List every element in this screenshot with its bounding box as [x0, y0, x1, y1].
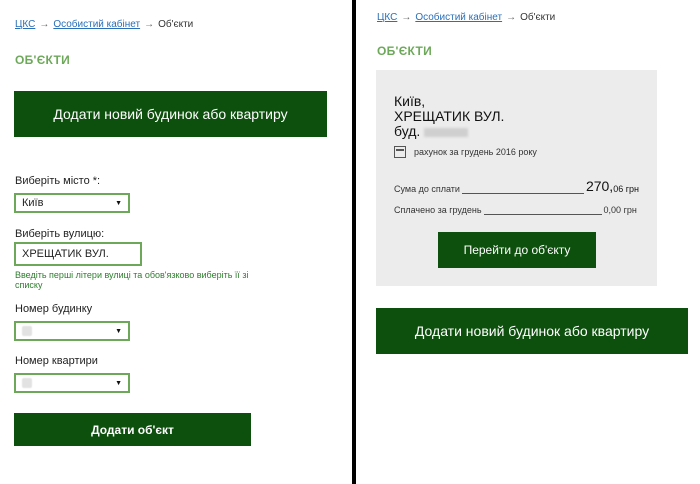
chevron-down-icon: ▼ — [115, 200, 122, 207]
breadcrumb: ЦКС → Особистий кабінет → Об'єкти — [15, 19, 193, 30]
street-hint: Введіть перші літери вулиці та обов'язко… — [15, 270, 249, 290]
street-input-value: ХРЕЩАТИК ВУЛ. — [22, 248, 109, 260]
apartment-select[interactable]: ▼ — [14, 373, 130, 393]
add-object-button[interactable]: Додати об'єкт — [14, 413, 251, 446]
amount-due-main: 270, — [585, 178, 614, 194]
house-label: Номер будинку — [15, 303, 93, 315]
paid-row: Сплачено за грудень 0,00 грн — [394, 205, 637, 215]
street-input[interactable]: ХРЕЩАТИК ВУЛ. — [14, 242, 142, 266]
breadcrumb: ЦКС → Особистий кабінет → Об'єкти — [377, 12, 555, 23]
breadcrumb-cabinet-link[interactable]: Особистий кабінет — [53, 19, 140, 30]
breadcrumb-home-link[interactable]: ЦКС — [15, 19, 35, 30]
breadcrumb-current: Об'єкти — [158, 19, 194, 30]
left-panel: ЦКС → Особистий кабінет → Об'єкти ОБ'ЄКТИ До… — [0, 0, 352, 484]
breadcrumb-cabinet-link[interactable]: Особистий кабінет — [415, 12, 502, 23]
breadcrumb-arrow: → — [39, 19, 50, 30]
right-panel: ЦКС → Особистий кабінет → Об'єкти ОБ'ЄКТИ Ки… — [356, 0, 700, 484]
add-new-object-button[interactable]: Додати новий будинок або квартиру — [14, 91, 327, 137]
house-select-value — [22, 326, 32, 336]
breadcrumb-arrow: → — [144, 19, 155, 30]
breadcrumb-arrow: → — [506, 12, 517, 23]
goto-object-button[interactable]: Перейти до об'єкту — [438, 232, 596, 268]
apartment-select-value — [22, 378, 32, 388]
address-street: ХРЕЩАТИК ВУЛ. — [394, 108, 505, 124]
city-select[interactable]: Київ ▼ — [14, 193, 130, 213]
page-title: ОБ'ЄКТИ — [15, 53, 71, 67]
leader-line — [483, 214, 602, 215]
calendar-icon — [394, 146, 406, 158]
paid-amount: 0,00 грн — [603, 205, 637, 215]
amount-due-label: Сума до сплати — [394, 184, 460, 194]
amount-due-row: Сума до сплати 270, 06 грн — [394, 178, 639, 194]
paid-label: Сплачено за грудень — [394, 205, 482, 215]
address-building: буд. — [394, 124, 504, 139]
amount-due-cents: 06 грн — [613, 184, 639, 194]
object-card: Київ, ХРЕЩАТИК ВУЛ. буд. рахунок за груд… — [376, 70, 657, 286]
street-label: Виберіть вулицю: — [15, 228, 105, 240]
building-prefix: буд. — [394, 123, 421, 139]
apartment-label: Номер квартири — [15, 355, 98, 367]
bill-period-text: рахунок за грудень 2016 року — [414, 147, 537, 157]
house-select[interactable]: ▼ — [14, 321, 130, 341]
bill-period: рахунок за грудень 2016 року — [394, 146, 537, 158]
address-city: Київ, — [394, 93, 426, 109]
breadcrumb-current: Об'єкти — [520, 12, 556, 23]
breadcrumb-arrow: → — [401, 12, 412, 23]
leader-line — [461, 193, 584, 194]
page-title: ОБ'ЄКТИ — [377, 44, 433, 58]
add-new-object-button[interactable]: Додати новий будинок або квартиру — [376, 308, 688, 354]
building-number — [424, 127, 469, 137]
breadcrumb-home-link[interactable]: ЦКС — [377, 12, 397, 23]
city-select-value: Київ — [22, 197, 44, 209]
chevron-down-icon: ▼ — [115, 380, 122, 387]
chevron-down-icon: ▼ — [115, 328, 122, 335]
city-label: Виберіть місто *: — [15, 175, 101, 187]
object-address: Київ, ХРЕЩАТИК ВУЛ. буд. — [394, 94, 504, 139]
